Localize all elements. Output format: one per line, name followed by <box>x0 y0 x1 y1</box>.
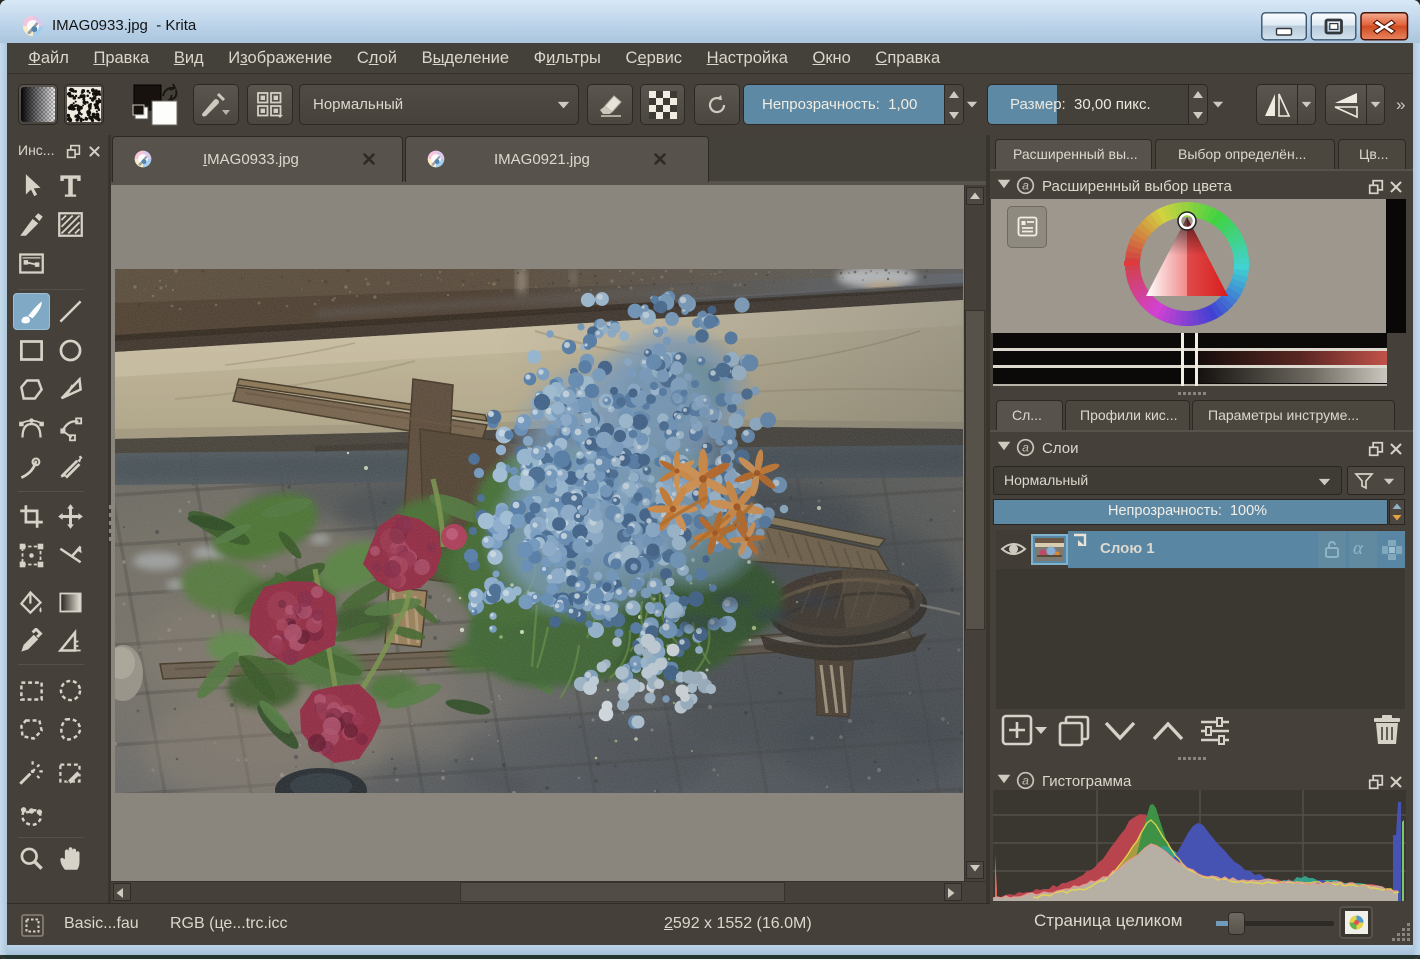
svg-text:a: a <box>1022 179 1029 193</box>
svg-text:a: a <box>1022 774 1029 788</box>
svg-text:a: a <box>1022 441 1029 455</box>
